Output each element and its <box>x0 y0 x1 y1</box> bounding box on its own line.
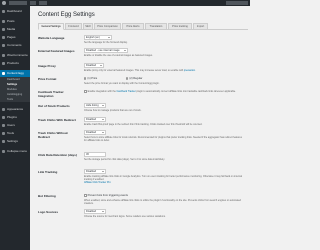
setting-description: Set the storage period for click data (d… <box>84 158 165 161</box>
sidebar-item-tools[interactable]: Tools <box>0 130 30 137</box>
tab-import[interactable]: Import <box>193 23 208 30</box>
users-icon <box>2 124 5 127</box>
sidebar-item-appearance[interactable]: Appearance <box>0 106 30 113</box>
sidebar-item-comments[interactable]: Comments <box>0 42 30 49</box>
logo-sources-select[interactable]: Disabled <box>84 209 106 214</box>
page-title: Content Egg Settings <box>38 12 95 18</box>
setting-description: When enabled, store and enhance affiliat… <box>84 199 241 205</box>
comments-icon[interactable] <box>30 1 36 5</box>
comments-icon <box>2 44 5 47</box>
sidebar-item-products[interactable]: Products <box>0 60 30 67</box>
setting-label: Price Format <box>38 77 57 81</box>
appearance-icon <box>2 108 5 111</box>
content-egg-submenu: Dashboard Settings Modules Autoblogging … <box>0 77 30 102</box>
products-icon <box>2 62 5 65</box>
cashback-tracker-link[interactable]: Cashback Tracker <box>116 90 135 93</box>
tab-price-tracking[interactable]: Price tracking <box>168 23 192 30</box>
new-content-button[interactable] <box>39 1 47 5</box>
posts-icon <box>2 20 5 23</box>
checkbox-icon <box>84 194 87 197</box>
main-content: Content Egg Settings General Settings Fr… <box>30 6 250 250</box>
sidebar-item-settings[interactable]: Settings <box>0 138 30 145</box>
setting-label: Logo Sources <box>38 210 59 214</box>
setting-description: Enable or disable the use of external im… <box>84 54 153 57</box>
link-tracking-select[interactable]: Disabled <box>84 169 106 174</box>
sidebar-item-posts[interactable]: Posts <box>0 18 30 25</box>
precaution-link[interactable]: precaution. <box>184 69 196 72</box>
setting-description: Select the price format you want to disp… <box>84 82 160 85</box>
affiliate-click-tracker-link[interactable]: Affiliate Click Tracker Pro <box>84 181 111 184</box>
website-language-select[interactable]: English (en) <box>84 35 112 40</box>
sidebar-item-media[interactable]: Media <box>0 26 30 33</box>
trash-clicks-no-redirect-select[interactable]: Disabled <box>84 130 106 135</box>
tab-translation[interactable]: Translation <box>145 23 167 30</box>
content-egg-icon <box>2 72 5 75</box>
setting-description: Select how to store affiliate links for … <box>84 136 242 142</box>
external-featured-images-select[interactable]: Disabled - use internal image <box>84 48 128 53</box>
click-retention-input[interactable]: 30 <box>84 152 106 157</box>
wordpress-logo-icon[interactable] <box>2 1 6 5</box>
woocommerce-icon <box>2 54 5 57</box>
admin-sidebar: Dashboard Posts Media Pages Comments Woo… <box>0 6 30 250</box>
user-account-menu[interactable] <box>226 1 248 5</box>
setting-description: Enable Cash Bot-proof page in the redire… <box>84 123 203 126</box>
setting-label: Trash Clicks Without Redirect <box>38 131 68 139</box>
setting-label: Image Proxy <box>38 64 56 68</box>
image-proxy-select[interactable]: Disabled <box>84 63 104 68</box>
setting-label: External Featured Images <box>38 49 75 53</box>
tab-price-alerts[interactable]: Price Alerts <box>122 23 144 30</box>
plugins-icon <box>2 116 5 119</box>
setting-description: Choose how to manage products that are o… <box>84 109 142 112</box>
price-format-option-1[interactable]: (1) Price <box>84 77 97 80</box>
tools-icon <box>2 132 5 135</box>
sidebar-item-pages[interactable]: Pages <box>0 34 30 41</box>
price-format-option-2[interactable]: (2) Regular <box>126 77 142 80</box>
setting-label: Cashback Tracker Integration <box>38 90 64 98</box>
setting-label: Trash Clicks With Redirect <box>38 118 76 122</box>
sidebar-item-content-egg[interactable]: Content Egg <box>0 70 30 77</box>
setting-description: Enable tracking affiliate link clicks in… <box>84 175 242 184</box>
setting-description: Set the language for the frontend displa… <box>84 41 128 44</box>
collapse-menu-button[interactable]: Collapse menu <box>0 148 30 155</box>
dashboard-icon <box>2 10 5 13</box>
setting-description: Choose the source for merchant logos. So… <box>84 215 166 218</box>
sidebar-item-dashboard[interactable]: Dashboard <box>0 8 30 15</box>
bot-filtering-checkbox[interactable]: Prevent bots from triggering events <box>84 194 128 197</box>
pages-icon <box>2 36 5 39</box>
setting-label: Website Language <box>38 36 65 40</box>
setting-description: Enable proxy only for external featured … <box>84 69 196 72</box>
tab-price-comparison[interactable]: Price Comparison <box>94 23 121 30</box>
setting-description: Enable integration with the Cashback Tra… <box>84 90 244 93</box>
media-icon <box>2 28 5 31</box>
trash-clicks-redirect-select[interactable]: Disabled <box>84 117 106 122</box>
sidebar-item-users[interactable]: Users <box>0 122 30 129</box>
collapse-icon <box>2 150 5 153</box>
setting-label: Link Tracking <box>38 170 58 174</box>
sidebar-item-plugins[interactable]: Plugins <box>0 114 30 121</box>
setting-label: Bot Filtering <box>38 194 56 198</box>
sidebar-item-woocommerce[interactable]: WooCommerce <box>0 52 30 59</box>
settings-tabs: General Settings Frontend SEO Price Comp… <box>38 22 248 30</box>
tab-frontend[interactable]: Frontend <box>65 23 82 30</box>
submenu-item-tools[interactable]: Tools <box>0 97 30 102</box>
setting-label: Out of Stock Products <box>38 104 70 108</box>
tab-general-settings[interactable]: General Settings <box>38 23 64 30</box>
settings-icon <box>2 140 5 143</box>
out-of-stock-select[interactable]: Hide listing <box>84 103 106 108</box>
setting-label: Click Data Retention (days) <box>38 153 77 157</box>
cashback-checkbox[interactable] <box>84 90 87 93</box>
tab-seo[interactable]: SEO <box>83 23 93 30</box>
site-name-link[interactable] <box>9 1 27 5</box>
